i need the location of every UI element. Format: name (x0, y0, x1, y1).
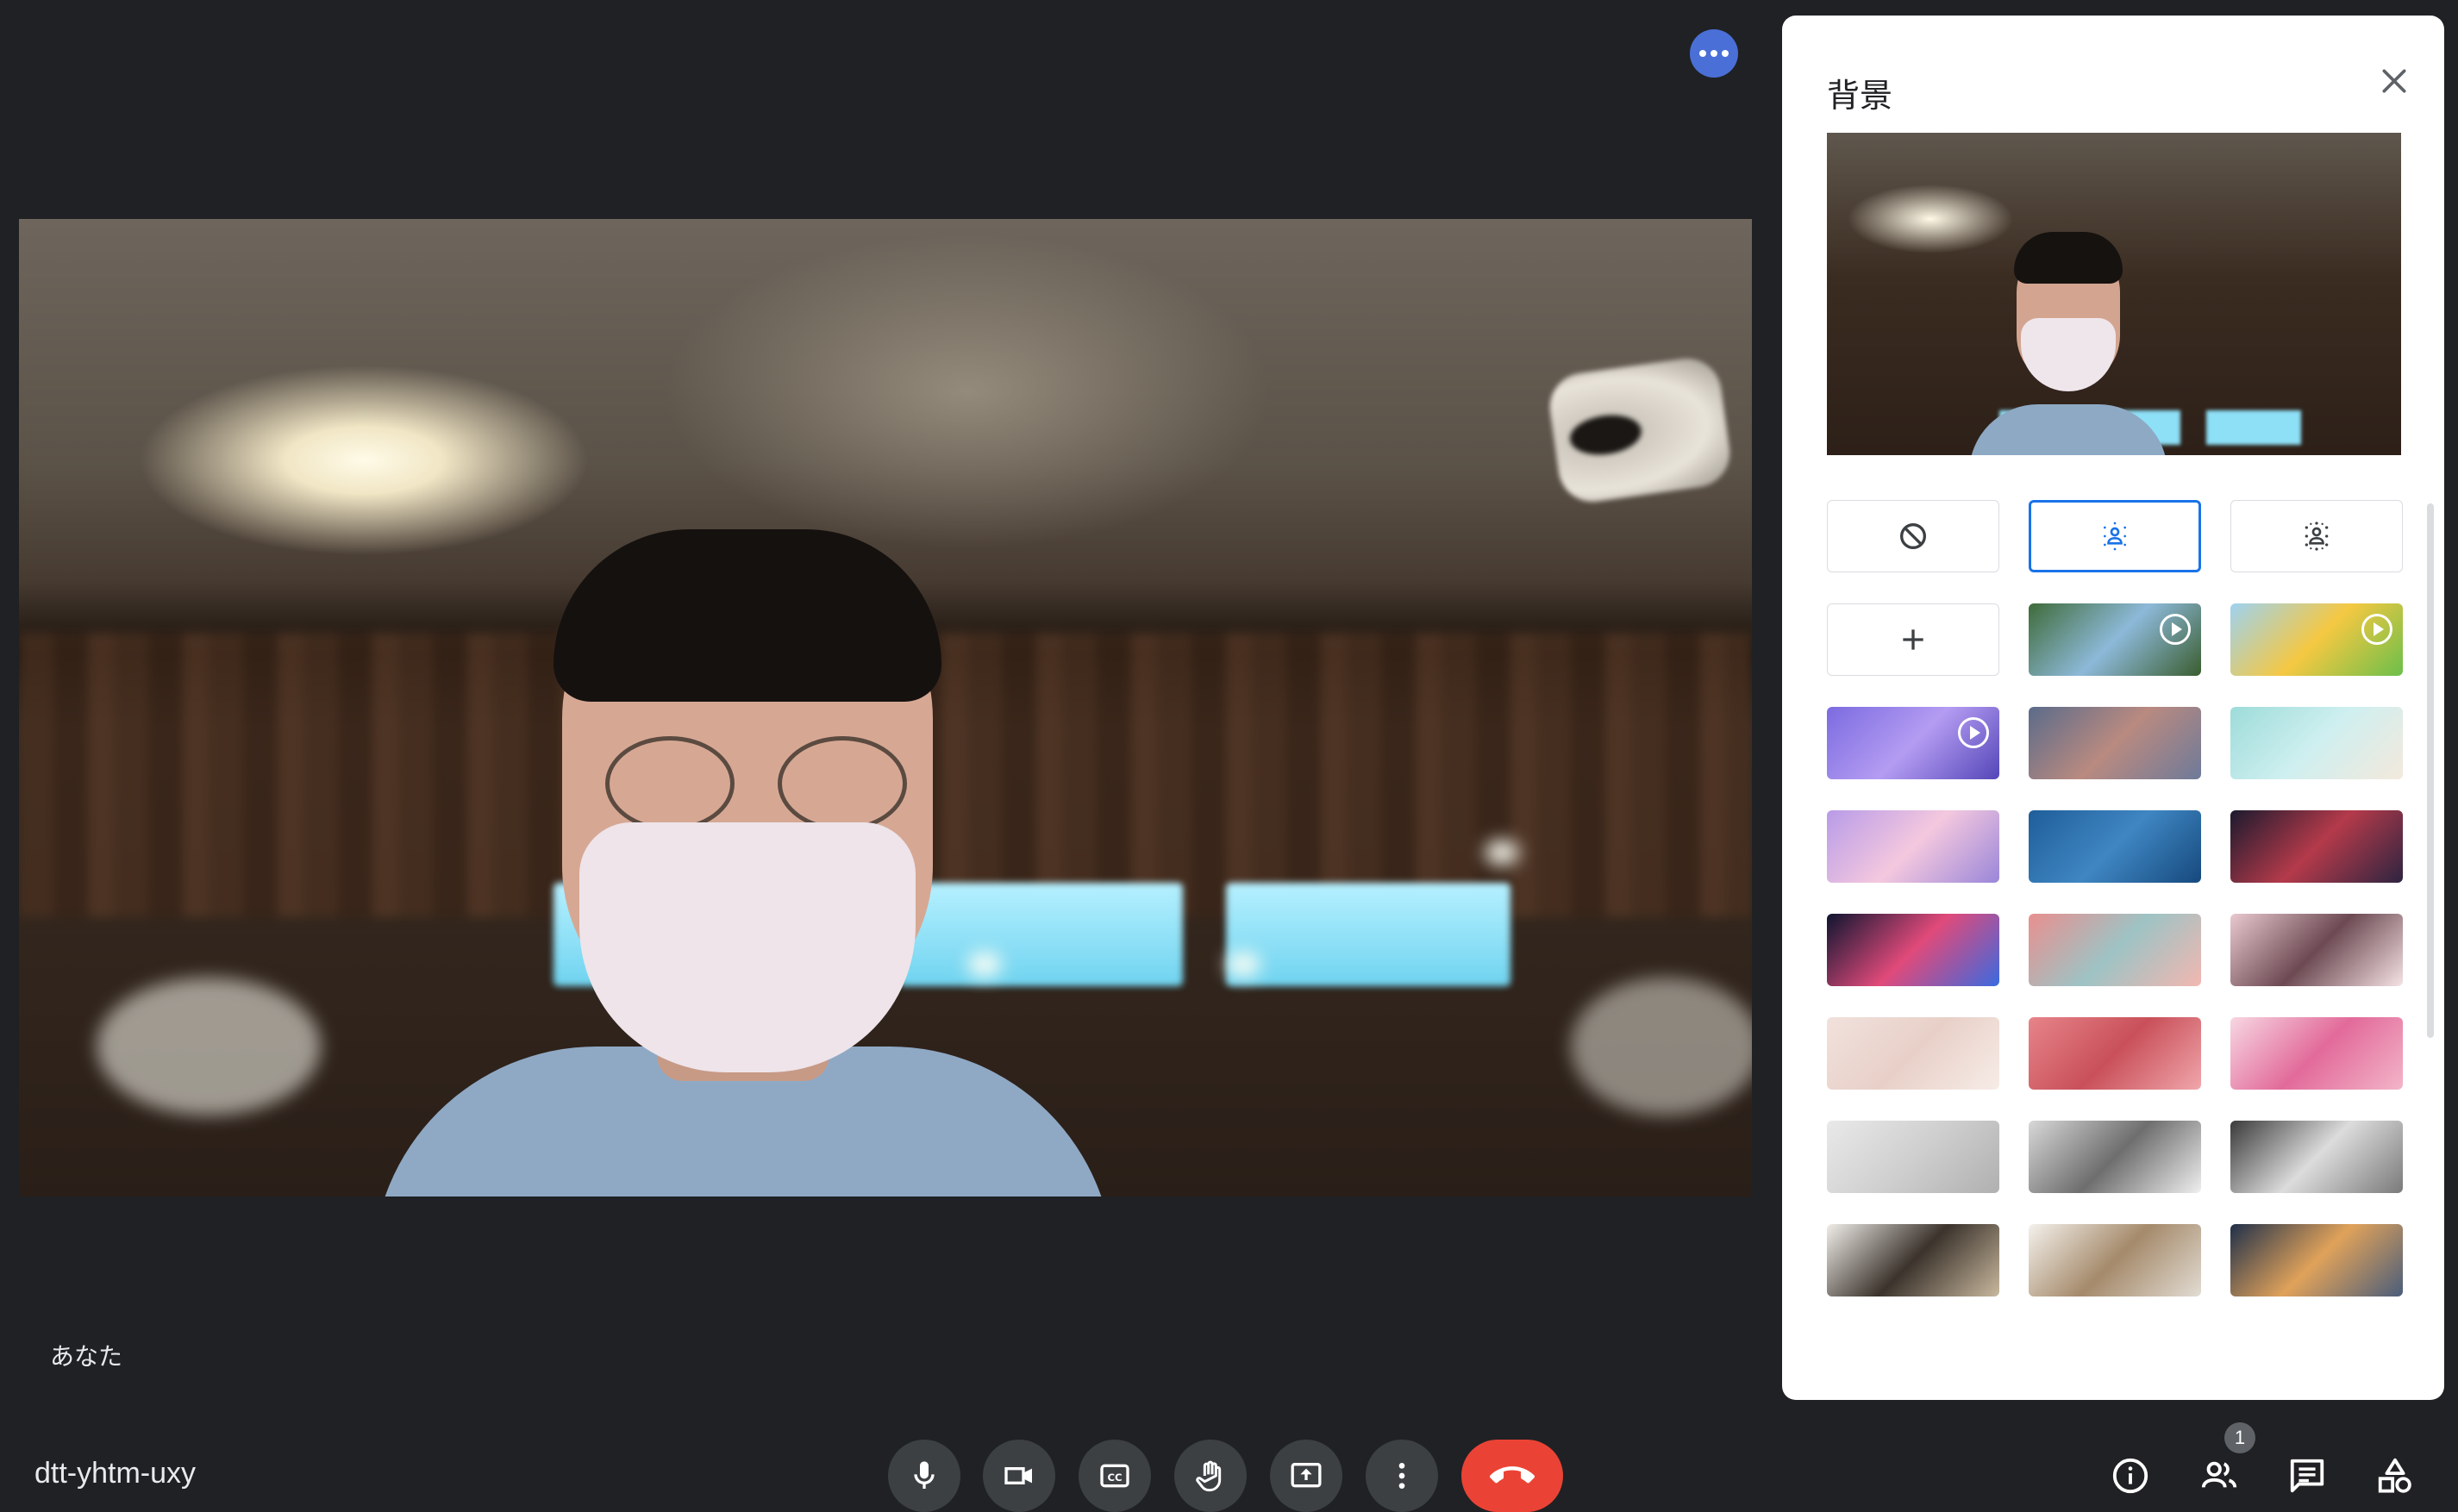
raise-hand-button[interactable] (1174, 1440, 1247, 1512)
panel-title: 背景 (1827, 78, 1893, 115)
background-option-confetti-beige[interactable] (1827, 1017, 1999, 1090)
more-vertical-icon (1398, 1463, 1405, 1489)
block-icon (1896, 519, 1930, 553)
background-option-flowers-field[interactable] (2230, 914, 2403, 986)
background-option-shelves-white[interactable] (2029, 1224, 2201, 1296)
call-end-icon (1490, 1466, 1535, 1484)
hand-icon (1196, 1460, 1222, 1492)
backgrounds-panel: 背景 (1782, 16, 2444, 1400)
participant-count-badge: 1 (2224, 1422, 2255, 1453)
meeting-stage: あなた dtt-yhtm-uxy CC 1 背景 (0, 0, 2458, 1512)
info-icon (2112, 1458, 2148, 1494)
activities-button[interactable] (2371, 1452, 2419, 1500)
present-button[interactable] (1270, 1440, 1342, 1512)
close-panel-button[interactable] (2368, 55, 2420, 107)
background-option-sunset[interactable] (2029, 707, 2201, 779)
play-animated-icon (1958, 717, 1989, 748)
play-animated-icon (2361, 614, 2392, 645)
meeting-info-button[interactable] (2106, 1452, 2155, 1500)
captions-button[interactable]: CC (1079, 1440, 1151, 1512)
background-preview (1827, 133, 2401, 455)
background-option-cabin-night[interactable] (2230, 1224, 2403, 1296)
more-options-button[interactable] (1366, 1440, 1438, 1512)
present-screen-icon (1291, 1463, 1322, 1488)
background-options-grid (1827, 500, 2403, 1302)
mic-button[interactable] (888, 1440, 960, 1512)
videocam-icon (1004, 1467, 1032, 1484)
background-option-office-atrium[interactable] (2029, 1121, 2201, 1193)
background-option-beach[interactable] (2230, 707, 2403, 779)
background-option-animated-forest[interactable] (2029, 603, 2201, 676)
blur-slight-icon (2098, 519, 2132, 553)
background-option-petals[interactable] (2230, 1017, 2403, 1090)
add-icon (1896, 622, 1930, 657)
background-option-office-dark[interactable] (2230, 1121, 2403, 1193)
background-option-pattern-red[interactable] (2029, 1017, 2201, 1090)
background-option-slight-blur[interactable] (2029, 500, 2201, 572)
background-option-blur[interactable] (2230, 500, 2403, 572)
more-horizontal-icon (1699, 50, 1706, 57)
background-option-shelves-lamp[interactable] (1827, 1224, 1999, 1296)
people-icon (2201, 1461, 2237, 1488)
people-button[interactable] (2195, 1452, 2243, 1500)
chat-icon (2290, 1459, 2324, 1493)
participant-video (372, 529, 1114, 1196)
background-option-fireworks[interactable] (1827, 914, 1999, 986)
chat-button[interactable] (2283, 1452, 2331, 1500)
background-option-upload[interactable] (1827, 603, 1999, 676)
svg-text:CC: CC (1107, 1471, 1122, 1484)
background-option-office-white[interactable] (1827, 1121, 1999, 1193)
background-option-no-effect[interactable] (1827, 500, 1999, 572)
background-option-water[interactable] (2029, 810, 2201, 883)
background-option-clouds[interactable] (1827, 810, 1999, 883)
background-option-flowers-pink[interactable] (2029, 914, 2201, 986)
close-icon (2382, 69, 2406, 93)
camera-button[interactable] (983, 1440, 1055, 1512)
background-option-galaxy[interactable] (2230, 810, 2403, 883)
background-option-animated-purple-room[interactable] (1827, 707, 1999, 779)
leave-call-button[interactable] (1461, 1440, 1563, 1512)
closed-caption-icon: CC (1100, 1464, 1129, 1488)
play-animated-icon (2160, 614, 2191, 645)
background-option-animated-classroom[interactable] (2230, 603, 2403, 676)
panel-scrollbar[interactable] (2427, 503, 2434, 1038)
blur-icon (2299, 519, 2334, 553)
mic-icon (914, 1461, 935, 1489)
self-video-tile (19, 219, 1752, 1196)
meeting-code: dtt-yhtm-uxy (34, 1457, 197, 1490)
activities-icon (2378, 1458, 2411, 1493)
self-name-label: あなた (50, 1343, 123, 1370)
more-options-overlay-button[interactable] (1690, 29, 1738, 78)
